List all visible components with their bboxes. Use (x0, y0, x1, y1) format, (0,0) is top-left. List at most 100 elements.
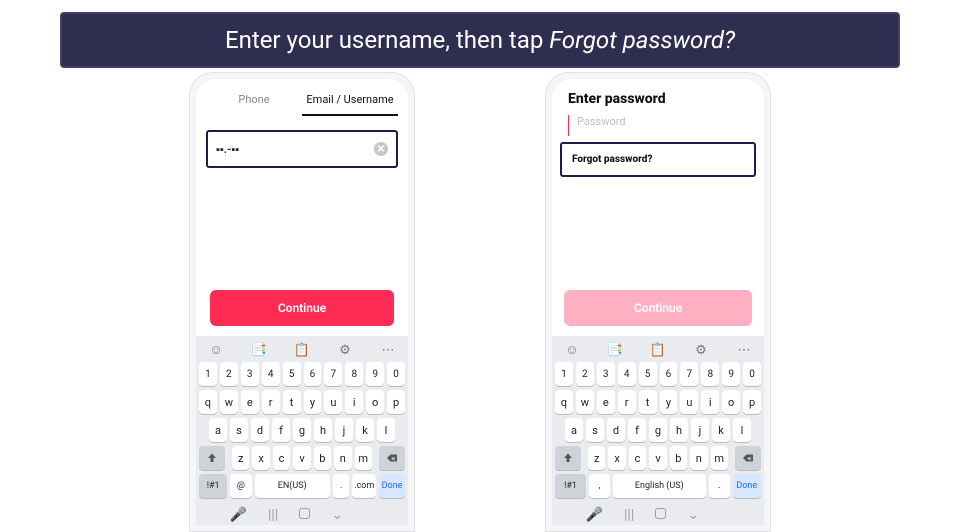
key-o[interactable]: o (366, 390, 384, 414)
key-c[interactable]: c (629, 446, 646, 470)
password-input[interactable]: Password (568, 115, 756, 136)
key-p[interactable]: p (387, 390, 405, 414)
key-space-lang[interactable]: EN(US) (255, 474, 330, 498)
key-w[interactable]: w (220, 390, 238, 414)
key-r[interactable]: r (262, 390, 280, 414)
emoji-icon[interactable]: ☺ (207, 342, 225, 358)
key-u[interactable]: u (680, 390, 698, 414)
more-icon[interactable]: ⋯ (379, 343, 397, 358)
key-shift[interactable] (555, 446, 581, 470)
key-9[interactable]: 9 (366, 362, 384, 386)
key-g[interactable]: g (293, 418, 311, 442)
key-dot[interactable]: . (709, 474, 730, 498)
key-i[interactable]: i (701, 390, 719, 414)
key-comma[interactable]: , (589, 474, 610, 498)
key-e[interactable]: e (597, 390, 615, 414)
key-c[interactable]: c (273, 446, 290, 470)
emoji-icon[interactable]: ☺ (563, 342, 581, 358)
nav-recent-icon[interactable]: ||| (268, 507, 278, 523)
key-h[interactable]: h (670, 418, 688, 442)
key-dotcom[interactable]: .com (352, 474, 376, 498)
mic-icon[interactable]: 🎤 (586, 507, 603, 523)
nav-home-icon[interactable] (299, 507, 310, 523)
key-f[interactable]: f (628, 418, 646, 442)
key-0[interactable]: 0 (387, 362, 405, 386)
key-1[interactable]: 1 (555, 362, 573, 386)
key-g[interactable]: g (649, 418, 667, 442)
key-5[interactable]: 5 (283, 362, 301, 386)
key-y[interactable]: y (660, 390, 678, 414)
key-dot[interactable]: . (333, 474, 350, 498)
key-k[interactable]: k (712, 418, 730, 442)
key-3[interactable]: 3 (597, 362, 615, 386)
key-i[interactable]: i (345, 390, 363, 414)
key-q[interactable]: q (199, 390, 217, 414)
key-space-lang[interactable]: English (US) (613, 474, 706, 498)
clear-input-icon[interactable]: ✕ (374, 142, 388, 156)
paste-icon[interactable]: 📋 (649, 343, 667, 358)
clipboard-icon[interactable]: 📑 (606, 343, 624, 358)
key-u[interactable]: u (324, 390, 342, 414)
key-symbols[interactable]: !#1 (555, 474, 586, 498)
key-a[interactable]: a (565, 418, 583, 442)
key-0[interactable]: 0 (743, 362, 761, 386)
key-v[interactable]: v (293, 446, 310, 470)
key-f[interactable]: f (272, 418, 290, 442)
key-d[interactable]: d (607, 418, 625, 442)
gear-icon[interactable]: ⚙ (692, 343, 710, 358)
key-z[interactable]: z (588, 446, 605, 470)
key-v[interactable]: v (649, 446, 666, 470)
key-p[interactable]: p (743, 390, 761, 414)
key-z[interactable]: z (232, 446, 249, 470)
key-4[interactable]: 4 (262, 362, 280, 386)
nav-recent-icon[interactable]: ||| (624, 507, 634, 523)
key-done[interactable]: Done (379, 474, 405, 498)
key-k[interactable]: k (356, 418, 374, 442)
username-input[interactable]: ▪▪.-▪▪ ✕ (206, 130, 398, 168)
key-8[interactable]: 8 (701, 362, 719, 386)
key-n[interactable]: n (690, 446, 707, 470)
continue-button[interactable]: Continue (210, 290, 394, 326)
key-m[interactable]: m (711, 446, 728, 470)
continue-button[interactable]: Continue (564, 290, 752, 326)
key-backspace[interactable] (379, 446, 405, 470)
key-n[interactable]: n (334, 446, 351, 470)
key-h[interactable]: h (314, 418, 332, 442)
key-t[interactable]: t (283, 390, 301, 414)
key-j[interactable]: j (691, 418, 709, 442)
key-b[interactable]: b (670, 446, 687, 470)
key-x[interactable]: x (608, 446, 625, 470)
nav-back-icon[interactable]: ⌄ (687, 507, 699, 523)
mic-icon[interactable]: 🎤 (230, 507, 247, 523)
tab-phone[interactable]: Phone (206, 87, 302, 116)
nav-back-icon[interactable]: ⌄ (331, 507, 343, 523)
key-6[interactable]: 6 (304, 362, 322, 386)
key-q[interactable]: q (555, 390, 573, 414)
key-l[interactable]: l (377, 418, 395, 442)
key-7[interactable]: 7 (680, 362, 698, 386)
key-a[interactable]: a (209, 418, 227, 442)
key-e[interactable]: e (241, 390, 259, 414)
key-backspace[interactable] (735, 446, 761, 470)
nav-home-icon[interactable] (655, 507, 666, 523)
key-2[interactable]: 2 (220, 362, 238, 386)
paste-icon[interactable]: 📋 (293, 343, 311, 358)
key-shift[interactable] (199, 446, 225, 470)
tab-email-username[interactable]: Email / Username (302, 87, 398, 116)
key-1[interactable]: 1 (199, 362, 217, 386)
key-d[interactable]: d (251, 418, 269, 442)
key-6[interactable]: 6 (660, 362, 678, 386)
key-w[interactable]: w (576, 390, 594, 414)
key-x[interactable]: x (252, 446, 269, 470)
key-j[interactable]: j (335, 418, 353, 442)
key-r[interactable]: r (618, 390, 636, 414)
forgot-password-link[interactable]: Forgot password? (560, 142, 756, 177)
key-2[interactable]: 2 (576, 362, 594, 386)
clipboard-icon[interactable]: 📑 (250, 343, 268, 358)
key-done[interactable]: Done (733, 474, 761, 498)
key-s[interactable]: s (586, 418, 604, 442)
key-3[interactable]: 3 (241, 362, 259, 386)
key-s[interactable]: s (230, 418, 248, 442)
key-9[interactable]: 9 (722, 362, 740, 386)
gear-icon[interactable]: ⚙ (336, 343, 354, 358)
